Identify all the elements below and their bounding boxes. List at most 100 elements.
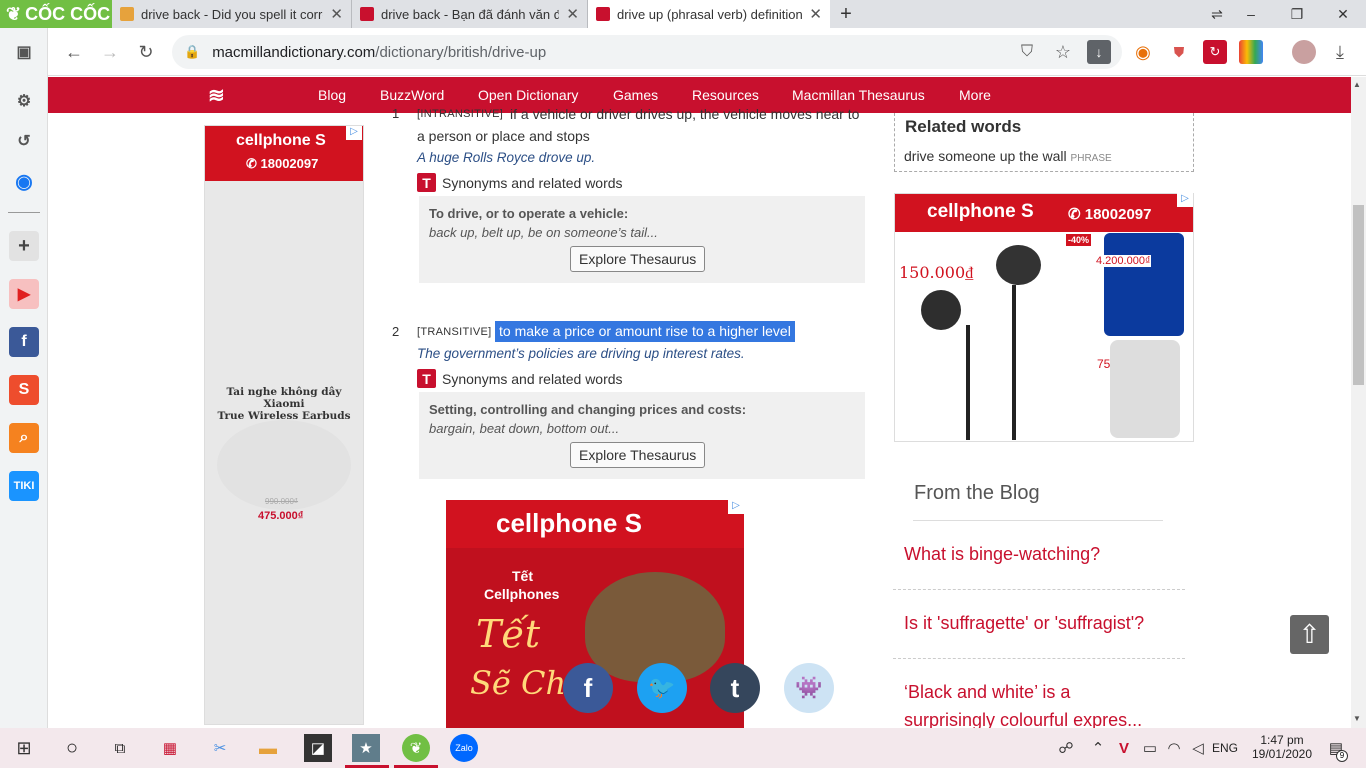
blog-post-link[interactable]: ‘Black and white’ is a	[904, 682, 1070, 703]
macmillan-favicon-icon	[596, 7, 610, 21]
settings-gear-icon[interactable]: ⚙	[9, 86, 39, 116]
related-word-link[interactable]: drive someone up the wall	[904, 148, 1067, 164]
taskbar-app-icon[interactable]: ✂	[206, 734, 234, 762]
coccoc-taskbar-icon[interactable]: ❦	[402, 734, 430, 762]
close-window-button[interactable]: ✕	[1320, 0, 1366, 28]
clock-time: 1:47 pm	[1260, 733, 1304, 747]
zalo-icon[interactable]: Zalo	[450, 734, 478, 762]
close-tab-icon[interactable]: ✕	[330, 5, 343, 23]
taskbar-app-icon[interactable]: ▦	[156, 734, 184, 762]
synonyms-label: Synonyms and related words	[442, 174, 623, 191]
extension-red-icon[interactable]: ↻	[1203, 40, 1227, 64]
adchoices-icon[interactable]: ▷	[728, 500, 744, 514]
facebook-icon[interactable]: f	[9, 327, 39, 357]
taskbar-app-icon[interactable]: ★	[352, 734, 380, 762]
blog-separator	[893, 589, 1185, 590]
close-tab-icon[interactable]: ✕	[566, 5, 579, 23]
people-icon[interactable]: ☍	[1052, 734, 1080, 762]
tab-2[interactable]: drive back - Bạn đã đánh văn đúng ✕	[352, 0, 588, 28]
definition-text: a person or place and stops	[417, 128, 590, 144]
profile-avatar[interactable]	[1292, 40, 1316, 64]
thesaurus-text: Setting, controlling and changing prices…	[419, 402, 865, 436]
tray-chevron-icon[interactable]: ⌃	[1084, 734, 1112, 762]
close-tab-icon[interactable]: ✕	[809, 5, 822, 23]
blog-heading: From the Blog	[914, 482, 1040, 504]
related-word-tag: PHRASE	[1070, 153, 1112, 164]
unikey-icon[interactable]: V	[1110, 734, 1138, 762]
nav-blog[interactable]: Blog	[318, 77, 346, 113]
clock[interactable]: 1:47 pm 19/01/2020	[1250, 733, 1314, 761]
thesaurus-words: bargain, beat down, bottom out...	[429, 421, 620, 436]
grammar-label: [INTRANSITIVE]	[417, 108, 504, 120]
back-arrow-icon[interactable]: ←	[62, 40, 86, 64]
facebook-share-icon[interactable]: f	[563, 663, 613, 713]
ad-brand: cellphone S	[927, 201, 1034, 222]
clock-date: 19/01/2020	[1251, 747, 1313, 761]
tumblr-share-icon[interactable]: t	[710, 663, 760, 713]
ad-script-text: Sẽ Chi	[470, 664, 577, 702]
ad-product-line-1: Tai nghe không dây Xiaomi	[226, 386, 342, 410]
history-icon[interactable]: ↺	[9, 126, 39, 156]
scroll-to-top-button[interactable]: ⇧	[1290, 615, 1329, 654]
extension-color-icon[interactable]	[1239, 40, 1263, 64]
adchoices-icon[interactable]: ▷	[1177, 193, 1193, 207]
blog-post-link[interactable]: What is binge-watching?	[904, 544, 1100, 565]
related-word-item[interactable]: drive someone up the wall PHRASE	[904, 148, 1112, 164]
synonyms-toggle[interactable]: T Synonyms and related words	[417, 173, 623, 192]
search-icon[interactable]: ⌕	[9, 423, 39, 453]
nav-more[interactable]: More	[959, 77, 991, 113]
twitter-share-icon[interactable]: 🐦	[637, 663, 687, 713]
sidebar-add-icon[interactable]: +	[9, 231, 39, 261]
reddit-share-icon[interactable]: 👾	[784, 663, 834, 713]
ad-script-text: Tết	[476, 612, 540, 656]
tab-3-active[interactable]: drive up (phrasal verb) definition and ✕	[588, 0, 830, 28]
explore-thesaurus-button[interactable]: Explore Thesaurus	[570, 246, 706, 272]
adchoices-icon[interactable]: ▷	[346, 126, 362, 140]
airpods-image	[1110, 340, 1180, 438]
definition-text-selected[interactable]: to make a price or amount rise to a high…	[495, 321, 795, 342]
messenger-icon[interactable]: ◉	[9, 166, 39, 196]
url-host: macmillandictionary.com	[212, 43, 376, 61]
scrollbar-thumb[interactable]	[1353, 205, 1364, 385]
explore-thesaurus-button[interactable]: Explore Thesaurus	[570, 442, 706, 468]
address-bar[interactable]: 🔒 macmillandictionary.com/dictionary/bri…	[172, 35, 1122, 69]
ad-phone: ✆ 18002097	[246, 156, 319, 171]
scroll-up-arrow-icon[interactable]: ▲	[1353, 80, 1361, 89]
thesaurus-heading: To drive, or to operate a vehicle:	[429, 206, 629, 221]
extension-chrome-icon[interactable]: ◉	[1131, 40, 1155, 64]
tab-1[interactable]: drive back - Did you spell it correctly …	[112, 0, 352, 28]
blog-post-link[interactable]: Is it 'suffragette' or 'suffragist'?	[904, 613, 1144, 634]
example-sentence: The government’s policies are driving up…	[417, 346, 745, 361]
tab-favicon-icon	[120, 7, 134, 21]
synonyms-toggle[interactable]: T Synonyms and related words	[417, 369, 623, 388]
reload-icon[interactable]: ↻	[134, 40, 158, 64]
task-view-icon[interactable]: ⧉	[106, 734, 134, 762]
minimize-button[interactable]: –	[1228, 0, 1274, 28]
macmillan-logo-icon[interactable]: ≋	[208, 83, 236, 107]
bookmark-star-icon[interactable]: ☆	[1051, 40, 1075, 64]
forward-arrow-icon[interactable]: →	[98, 40, 122, 64]
youtube-icon[interactable]: ▶	[9, 279, 39, 309]
coccoc-logo[interactable]: ❦ CỐC CỐC	[0, 0, 112, 28]
windows-start-icon[interactable]: ⊞	[10, 734, 38, 762]
shield-icon[interactable]: ⛉	[1015, 40, 1039, 64]
sidebar-toggle-icon[interactable]: ▣	[9, 37, 39, 67]
taskbar-app-icon[interactable]: ◪	[304, 734, 332, 762]
shopee-icon[interactable]: S	[9, 375, 39, 405]
extension-adblock-icon[interactable]: ⛊	[1167, 40, 1191, 64]
file-explorer-icon[interactable]: ▬	[254, 734, 282, 762]
new-tab-button[interactable]: +	[832, 0, 860, 28]
input-language[interactable]: ENG	[1212, 741, 1238, 755]
download-page-icon[interactable]: ↓	[1087, 40, 1111, 64]
tab-title: drive up (phrasal verb) definition and	[617, 6, 803, 22]
scroll-down-arrow-icon[interactable]: ▼	[1353, 714, 1361, 723]
restore-button[interactable]: ❐	[1274, 0, 1320, 28]
tiki-icon[interactable]: TIKI	[9, 471, 39, 501]
definition-text: if a vehicle or driver drives up, the ve…	[510, 106, 860, 122]
volume-icon[interactable]: ◁	[1184, 734, 1212, 762]
blog-post-link[interactable]: surprisingly colourful expres...	[904, 710, 1142, 728]
page-scrollbar[interactable]	[1351, 77, 1366, 728]
tab-title: drive back - Did you spell it correctly	[141, 6, 323, 22]
cortana-icon[interactable]: ○	[58, 734, 86, 762]
download-icon[interactable]: ⤓	[1328, 40, 1352, 64]
